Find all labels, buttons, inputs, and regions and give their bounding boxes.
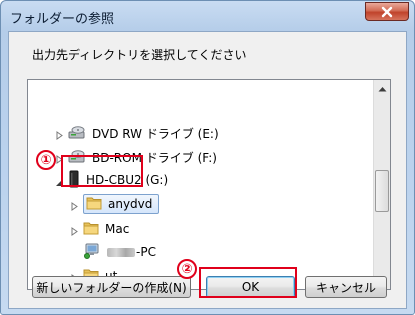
tree-item-hd-cbu2[interactable]: HD-CBU2 (G:): [55, 169, 168, 191]
tree-item-bd-drive[interactable]: BD-ROM ドライブ (F:): [55, 146, 217, 168]
folder-browse-dialog: フォルダーの参照 出力先ディレクトリを選択してください DVD RW ドライブ …: [0, 0, 415, 315]
annotation-step-2: ②: [177, 259, 197, 279]
vertical-scrollbar[interactable]: [373, 80, 390, 289]
tree-item-anydvd[interactable]: anydvd: [70, 193, 160, 215]
close-icon: [381, 6, 393, 17]
collapse-arrow-icon[interactable]: [55, 176, 64, 186]
dialog-body: 出力先ディレクトリを選択してください DVD RW ドライブ (E:) BD-R…: [8, 31, 407, 309]
dvd-drive-icon: [68, 124, 86, 143]
tree-item-label: HD-CBU2 (G:): [86, 173, 169, 187]
tree-item-mac[interactable]: Mac: [70, 218, 129, 240]
selection-highlight: anydvd: [83, 194, 160, 214]
tree-item-dvd-drive[interactable]: DVD RW ドライブ (E:): [55, 122, 219, 144]
network-computer-icon: [83, 243, 101, 262]
folder-tree[interactable]: DVD RW ドライブ (E:) BD-ROM ドライブ (F:) HD-CBU…: [27, 79, 391, 290]
external-drive-icon: [68, 170, 80, 191]
folder-icon: [83, 221, 99, 238]
blurred-computer-name: [107, 247, 135, 257]
scroll-up-icon: [378, 86, 386, 91]
tree-item-label: BD-ROM ドライブ (F:): [92, 150, 217, 165]
annotation-step-1: ①: [36, 150, 56, 170]
bd-drive-icon: [68, 148, 86, 167]
cancel-button[interactable]: キャンセル: [305, 276, 387, 298]
scroll-thumb[interactable]: [375, 170, 389, 212]
expand-arrow-icon[interactable]: [70, 225, 79, 236]
title-bar[interactable]: フォルダーの参照: [1, 1, 414, 31]
expand-arrow-icon[interactable]: [70, 200, 79, 211]
close-button[interactable]: [365, 2, 409, 21]
expand-arrow-icon[interactable]: [55, 129, 64, 140]
tree-item-label: -PC: [136, 245, 156, 259]
tree-item-label: anydvd: [108, 197, 153, 211]
expand-arrow-icon[interactable]: [55, 153, 64, 164]
dialog-title: フォルダーの参照: [10, 12, 115, 27]
instruction-text: 出力先ディレクトリを選択してください: [32, 48, 247, 62]
scroll-up-button[interactable]: [374, 80, 390, 97]
tree-item-label: Mac: [105, 222, 130, 236]
tree-item-network-pc[interactable]: -PC: [83, 241, 156, 263]
folder-icon: [86, 196, 102, 213]
tree-item-label: DVD RW ドライブ (E:): [92, 126, 219, 141]
ok-button[interactable]: OK: [206, 276, 295, 298]
new-folder-button[interactable]: 新しいフォルダーの作成(N): [32, 276, 191, 298]
